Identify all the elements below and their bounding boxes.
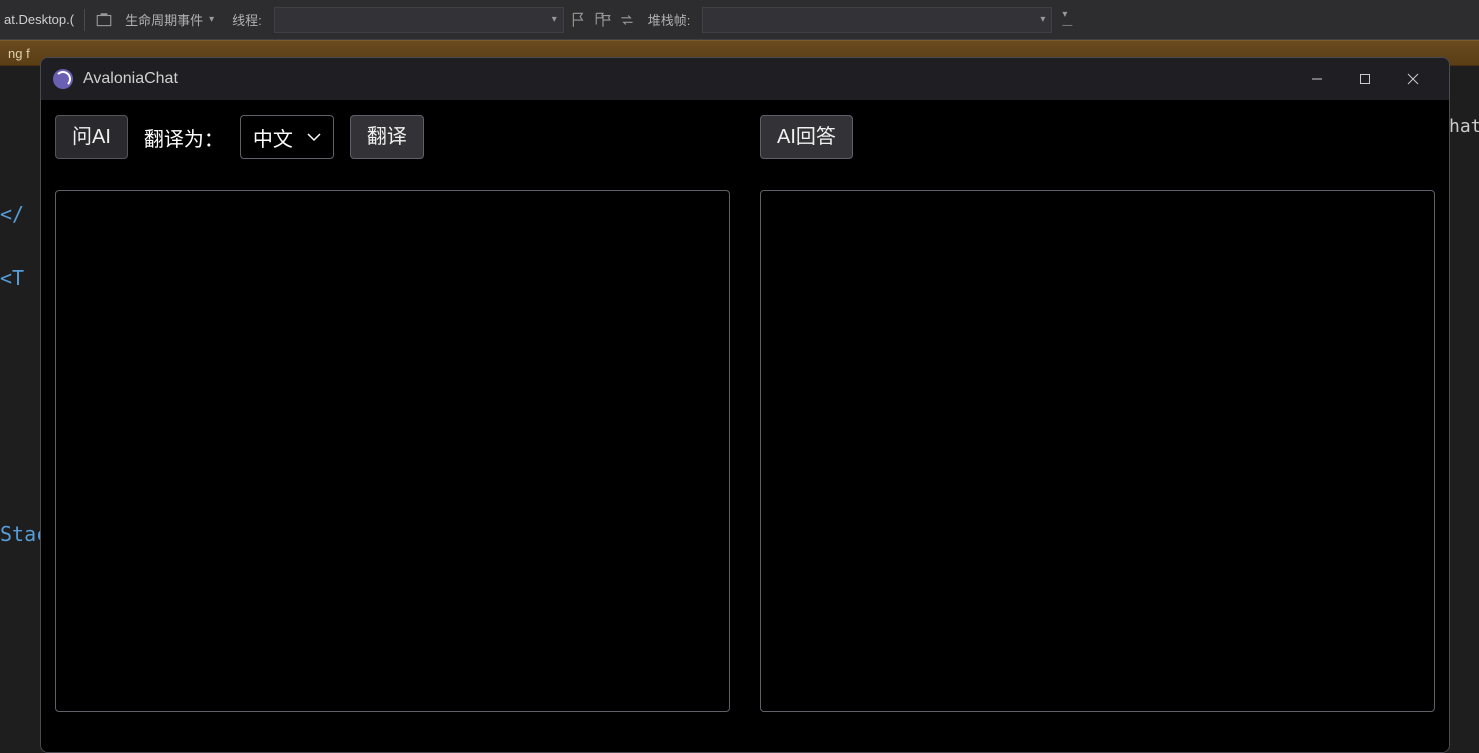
window-titlebar[interactable]: AvaloniaChat — [41, 58, 1449, 100]
left-column-header: 问AI 翻译为： 中文 翻译 — [55, 114, 730, 160]
lifecycle-icon[interactable] — [95, 11, 113, 29]
window-controls — [1293, 58, 1437, 100]
minimize-icon — [1311, 73, 1323, 85]
avalonia-chat-window: AvaloniaChat 问AI 翻译为： 中文 翻译 — [40, 57, 1450, 753]
vs-debug-toolbar: at.Desktop.( 生命周期事件 ▾ 线程: 堆栈帧: ▾— — [0, 0, 1479, 40]
app-icon — [53, 69, 73, 89]
translate-to-label: 翻译为： — [144, 123, 224, 152]
maximize-button[interactable] — [1341, 58, 1389, 100]
flags-icon[interactable] — [594, 11, 612, 29]
process-name[interactable]: at.Desktop.( — [4, 12, 74, 27]
stackframe-dropdown[interactable] — [702, 7, 1052, 33]
flag-icon[interactable] — [570, 11, 588, 29]
thread-dropdown[interactable] — [274, 7, 564, 33]
editor-background-right: hat. — [1449, 66, 1479, 753]
window-title: AvaloniaChat — [83, 70, 178, 88]
dropdown-arrow-icon: ▾ — [209, 14, 214, 25]
notification-text-left: ng f — [8, 46, 30, 61]
lifecycle-events-dropdown[interactable]: 生命周期事件 ▾ — [119, 8, 220, 31]
language-selected-value: 中文 — [253, 123, 293, 152]
maximize-icon — [1359, 73, 1371, 85]
chevron-down-icon — [307, 132, 321, 142]
language-combobox[interactable]: 中文 — [240, 115, 334, 159]
editor-background-left: </ <T Stac Gri ckP <E <T Stac — [0, 66, 40, 753]
right-column-header: AI回答 — [760, 114, 1435, 160]
swap-icon[interactable] — [618, 11, 636, 29]
thread-label: 线程: — [226, 8, 268, 31]
toolbar-overflow-icon[interactable]: ▾— — [1058, 5, 1076, 35]
right-column: AI回答 — [760, 114, 1435, 712]
translate-button[interactable]: 翻译 — [350, 115, 424, 159]
lifecycle-label: 生命周期事件 — [125, 10, 203, 29]
input-textarea[interactable] — [55, 190, 730, 712]
stackframe-label: 堆栈帧: — [642, 8, 697, 31]
minimize-button[interactable] — [1293, 58, 1341, 100]
window-content: 问AI 翻译为： 中文 翻译 AI回答 — [41, 100, 1449, 752]
left-column: 问AI 翻译为： 中文 翻译 — [55, 114, 730, 712]
toolbar-separator — [84, 9, 85, 31]
ai-answer-button[interactable]: AI回答 — [760, 115, 853, 159]
close-button[interactable] — [1389, 58, 1437, 100]
close-icon — [1407, 73, 1419, 85]
output-textarea[interactable] — [760, 190, 1435, 712]
ask-ai-button[interactable]: 问AI — [55, 115, 128, 159]
